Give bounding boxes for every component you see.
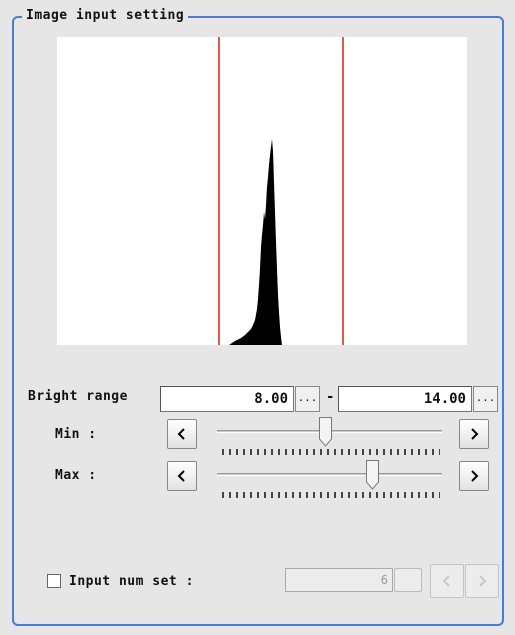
input-num-set-checkbox[interactable] <box>47 574 61 588</box>
input-num-decrease-button <box>430 564 464 598</box>
min-label: Min : <box>55 427 97 442</box>
chevron-left-icon <box>177 428 185 440</box>
input-num-set-label: Input num set : <box>69 574 194 589</box>
input-num-dots-button <box>394 568 422 592</box>
histogram-panel <box>57 37 467 345</box>
range-separator: - <box>326 389 335 405</box>
max-slider-thumb[interactable] <box>365 460 379 490</box>
bright-range-max-field[interactable]: 14.00 <box>338 386 472 412</box>
max-slider-ticks <box>222 492 440 498</box>
input-num-field: 6 <box>285 568 393 592</box>
min-slider-thumb[interactable] <box>318 417 332 447</box>
group-title: Image input setting <box>22 8 189 23</box>
bright-range-min-dots-button[interactable]: ... <box>295 386 320 412</box>
input-num-increase-button <box>465 564 499 598</box>
max-label: Max : <box>55 468 97 483</box>
chevron-right-icon <box>471 428 479 440</box>
min-increase-button[interactable] <box>459 419 489 449</box>
bright-range-max-dots-button[interactable]: ... <box>473 386 498 412</box>
histogram-chart <box>218 37 344 345</box>
min-slider-ticks <box>222 449 440 455</box>
max-slider-track[interactable] <box>217 473 442 476</box>
min-decrease-button[interactable] <box>167 419 197 449</box>
chevron-left-icon <box>177 470 185 482</box>
max-increase-button[interactable] <box>459 461 489 491</box>
chevron-left-icon <box>442 575 450 587</box>
histogram-shape <box>229 139 282 345</box>
chevron-right-icon <box>479 575 487 587</box>
chevron-right-icon <box>471 470 479 482</box>
bright-range-label: Bright range <box>28 389 128 404</box>
max-decrease-button[interactable] <box>167 461 197 491</box>
bright-range-min-field[interactable]: 8.00 <box>160 386 294 412</box>
